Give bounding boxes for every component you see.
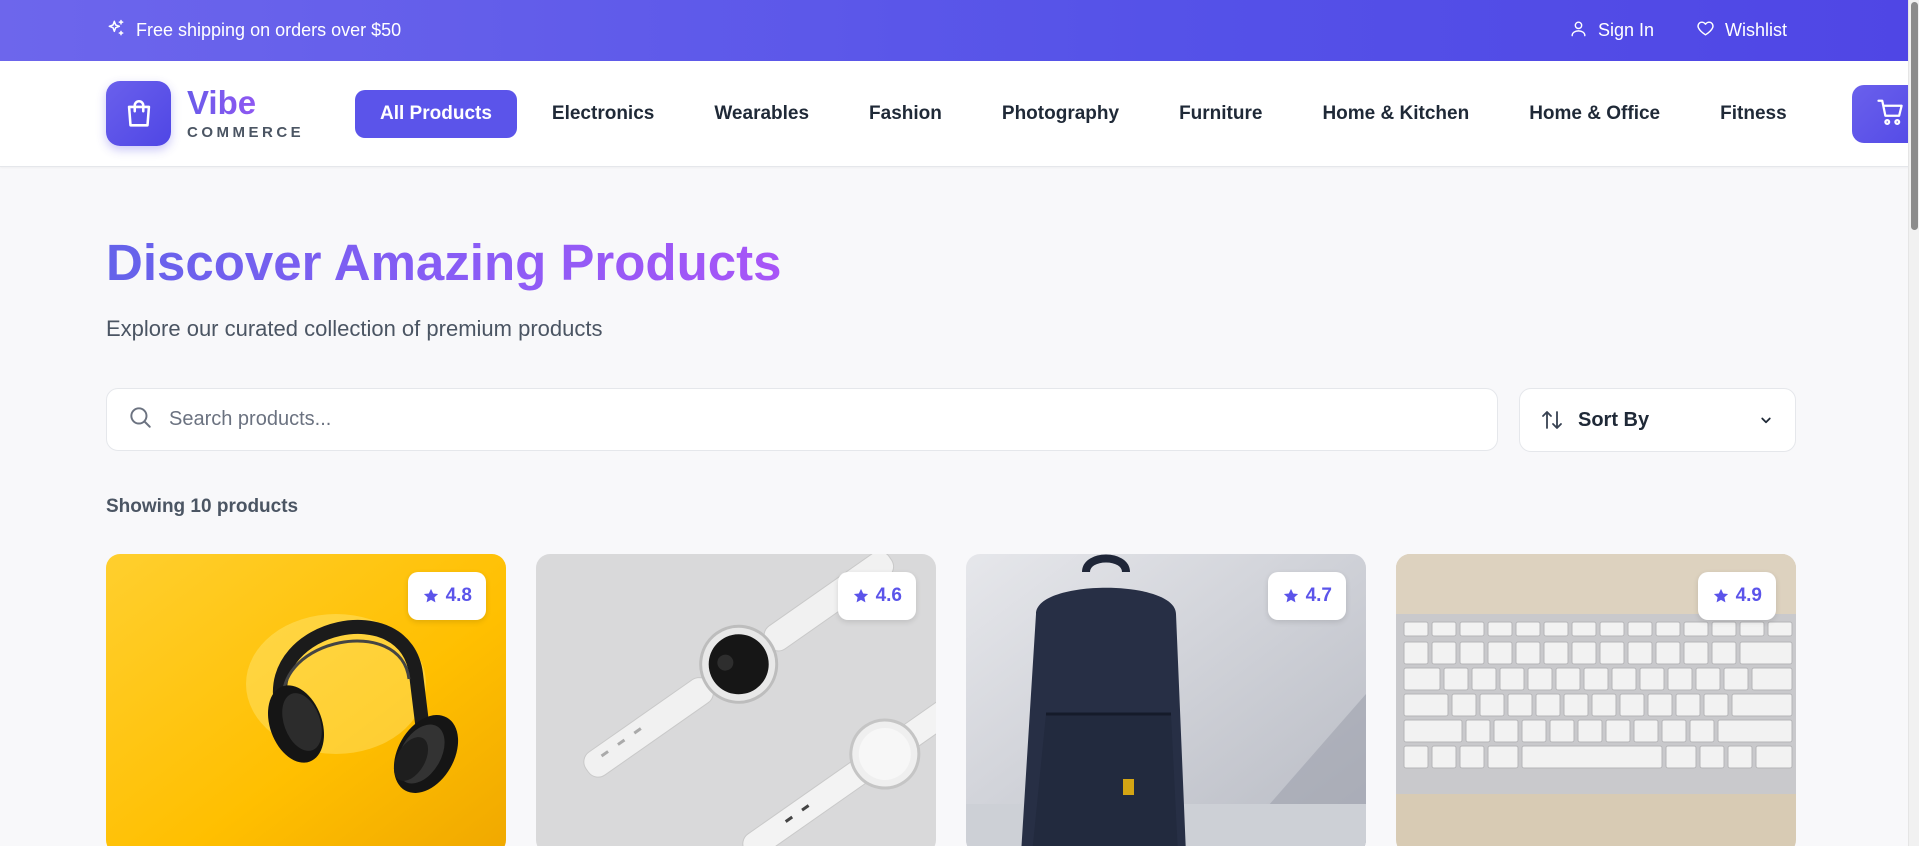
nav-electronics[interactable]: Electronics (527, 90, 679, 138)
promo: Free shipping on orders over $50 (106, 0, 401, 61)
wishlist-label: Wishlist (1725, 20, 1787, 40)
wishlist-link[interactable]: Wishlist (1696, 19, 1787, 43)
category-nav: All Products Electronics Wearables Fashi… (355, 90, 1822, 138)
promo-text: Free shipping on orders over $50 (136, 20, 402, 40)
chevron-down-icon (1757, 411, 1775, 429)
heart-icon (1696, 19, 1715, 43)
nav-all-products[interactable]: All Products (355, 90, 517, 138)
nav-wearables[interactable]: Wearables (689, 90, 834, 138)
results-count: Showing 10 products (106, 496, 299, 517)
rating-value: 4.8 (445, 585, 472, 606)
sparkles-icon (106, 18, 126, 43)
search-icon (127, 404, 153, 435)
sort-dropdown[interactable]: Sort By (1519, 388, 1796, 452)
user-icon (1569, 19, 1588, 43)
rating-badge: 4.6 (837, 572, 916, 620)
nav-home-kitchen[interactable]: Home & Kitchen (1297, 90, 1494, 138)
sort-label: Sort By (1578, 408, 1650, 431)
account-links: Sign In Wishlist (1569, 0, 1787, 61)
nav-fashion[interactable]: Fashion (844, 90, 967, 138)
sign-in-link[interactable]: Sign In (1569, 19, 1654, 43)
nav-furniture[interactable]: Furniture (1154, 90, 1287, 138)
sign-in-label: Sign In (1597, 20, 1654, 40)
rating-value: 4.7 (1305, 585, 1332, 606)
rating-value: 4.9 (1735, 585, 1762, 606)
product-card-smartwatches[interactable]: 4.6 (536, 554, 936, 846)
promo-bar: Free shipping on orders over $50 Sign In… (0, 0, 1919, 61)
brand-name: Vibe (187, 86, 304, 120)
scrollbar-thumb[interactable] (1911, 2, 1918, 230)
star-icon (423, 588, 438, 603)
sort-arrows-icon (1540, 408, 1564, 432)
page-title: Discover Amazing Products (106, 232, 781, 294)
rating-badge: 4.8 (407, 572, 486, 620)
site-header: Vibe COMMERCE All Products Electronics W… (0, 61, 1919, 167)
star-icon (853, 588, 868, 603)
product-card-backpack[interactable]: 4.7 (966, 554, 1366, 846)
product-card-headphones[interactable]: 4.8 (106, 554, 506, 846)
brand-tagline: COMMERCE (187, 124, 305, 141)
nav-photography[interactable]: Photography (977, 90, 1144, 138)
shopping-bag-icon (106, 81, 171, 146)
rating-badge: 4.9 (1697, 572, 1776, 620)
rating-value: 4.6 (875, 585, 902, 606)
search-box[interactable] (106, 388, 1498, 451)
rating-badge: 4.7 (1267, 572, 1346, 620)
nav-fitness[interactable]: Fitness (1695, 90, 1812, 138)
star-icon (1713, 588, 1728, 603)
brand-logo[interactable]: Vibe COMMERCE (106, 81, 304, 146)
cart-icon (1876, 97, 1906, 132)
brand-text: Vibe COMMERCE (187, 86, 305, 142)
page-subtitle: Explore our curated collection of premiu… (106, 316, 603, 341)
star-icon (1283, 588, 1298, 603)
search-input[interactable] (169, 408, 1469, 431)
product-card-keyboard[interactable]: 4.9 (1396, 554, 1796, 846)
nav-home-office[interactable]: Home & Office (1504, 90, 1685, 138)
page-scrollbar[interactable] (1908, 0, 1919, 846)
